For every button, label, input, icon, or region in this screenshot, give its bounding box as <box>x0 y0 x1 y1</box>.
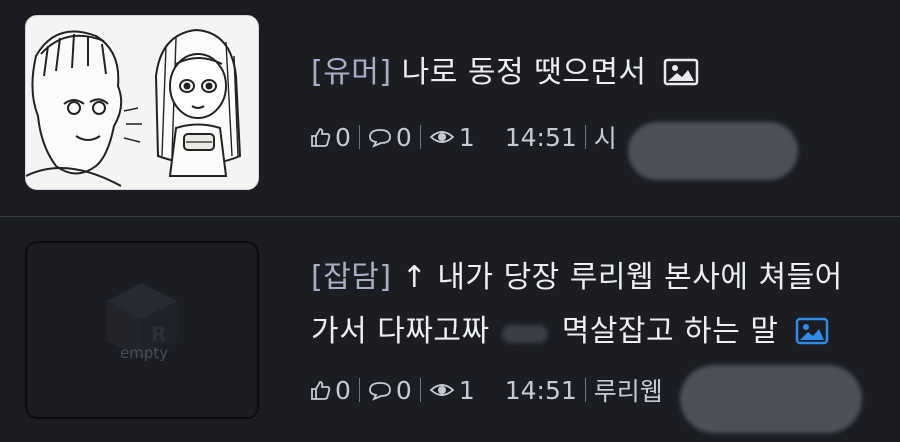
divider <box>584 125 586 149</box>
post-time: 14:51 <box>504 122 577 152</box>
image-icon <box>795 309 829 363</box>
post-category: [잡담] <box>311 260 392 295</box>
post-author[interactable]: 루리웹 <box>594 372 663 408</box>
speech-bubble-icon <box>368 126 392 148</box>
eye-icon <box>429 126 455 148</box>
post-title-text-1: ↑ 내가 당장 루리웹 본사에 쳐들어 <box>401 260 843 295</box>
view-count: 1 <box>458 375 475 405</box>
empty-thumbnail-icon: R <box>107 283 177 359</box>
view-count: 1 <box>458 122 475 152</box>
redacted-author <box>628 122 798 180</box>
post-meta: 0 0 1 14:51 시 <box>309 121 617 153</box>
image-icon <box>663 54 699 100</box>
post-item[interactable]: R empty [잡담] ↑ 내가 당장 루리웹 본사에 쳐들어 가서 다짜고짜… <box>0 217 900 442</box>
comic-thumbnail-image <box>26 16 258 189</box>
post-thumbnail[interactable] <box>25 15 259 190</box>
thumbs-up-icon <box>309 379 331 401</box>
divider <box>584 378 586 402</box>
post-title-line-2: 가서 다짜고짜 멱살잡고 하는 말 <box>311 305 871 363</box>
post-item[interactable]: [유머] 나로 동정 땟으면서 0 0 1 14:51 시 <box>0 0 900 216</box>
post-category: [유머] <box>311 55 392 90</box>
post-title[interactable]: [잡담] ↑ 내가 당장 루리웹 본사에 쳐들어 가서 다짜고짜 멱살잡고 하는… <box>311 251 871 363</box>
post-author[interactable]: 시 <box>594 119 617 155</box>
like-count: 0 <box>335 122 351 152</box>
post-time: 14:51 <box>504 375 577 405</box>
post-title-text-2a: 가서 다짜고짜 <box>311 314 490 349</box>
redacted-author <box>680 365 862 433</box>
redacted-word <box>501 325 548 343</box>
like-count: 0 <box>335 375 351 405</box>
post-meta: 0 0 1 14:51 루리웹 <box>309 374 663 406</box>
post-list: [유머] 나로 동정 땟으면서 0 0 1 14:51 시 R empty [잡… <box>0 0 900 442</box>
svg-text:R: R <box>151 322 166 346</box>
post-thumbnail[interactable]: R empty <box>25 241 259 419</box>
divider <box>358 378 360 402</box>
post-title-line-1: [잡담] ↑ 내가 당장 루리웹 본사에 쳐들어 <box>311 251 871 305</box>
eye-icon <box>429 379 455 401</box>
post-title-text-2b: 멱살잡고 하는 말 <box>561 314 779 349</box>
divider <box>358 125 360 149</box>
empty-thumbnail-label: empty <box>120 344 169 362</box>
comment-count: 0 <box>395 375 412 405</box>
post-title[interactable]: [유머] 나로 동정 땟으면서 <box>311 50 699 100</box>
divider <box>419 125 421 149</box>
divider <box>419 378 421 402</box>
comment-count: 0 <box>395 122 412 152</box>
post-title-text: 나로 동정 땟으면서 <box>401 55 647 90</box>
speech-bubble-icon <box>368 379 392 401</box>
thumbs-up-icon <box>309 126 331 148</box>
